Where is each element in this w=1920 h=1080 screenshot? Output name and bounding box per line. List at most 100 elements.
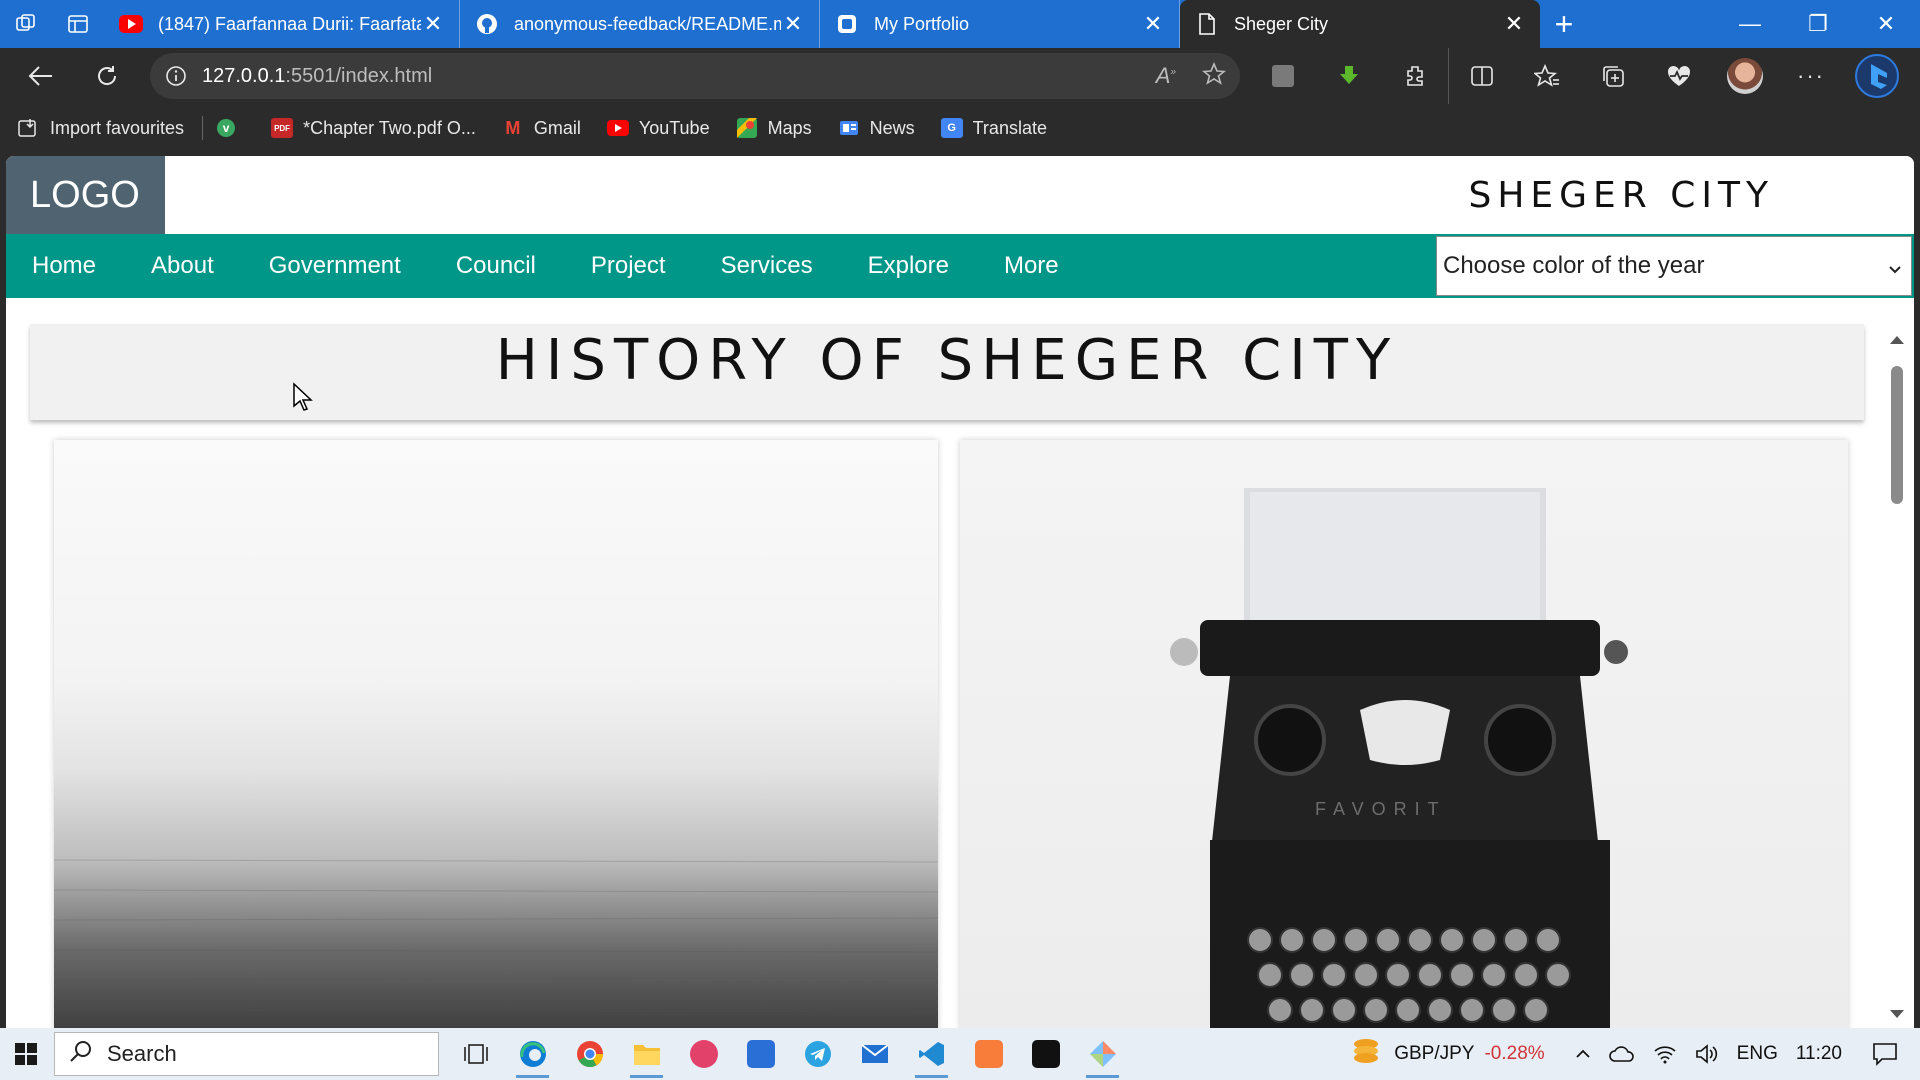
close-tab-icon[interactable]: ✕: [421, 13, 445, 35]
sea-fog-image: [54, 440, 938, 1028]
chevron-down-icon: [1887, 255, 1903, 283]
chrome-app-icon[interactable]: [561, 1028, 618, 1080]
page-scrollbar[interactable]: [1880, 324, 1914, 1028]
bing-chat-icon[interactable]: [1844, 48, 1910, 104]
browser-essentials-icon[interactable]: [1646, 48, 1712, 104]
search-placeholder: Search: [107, 1041, 177, 1066]
nav-government[interactable]: Government: [243, 252, 427, 280]
vscode-icon[interactable]: [903, 1028, 960, 1080]
address-bar[interactable]: 127.0.0.1:5501/index.html A»: [150, 53, 1240, 99]
favourites-icon[interactable]: [1514, 48, 1580, 104]
close-tab-icon[interactable]: ✕: [781, 13, 805, 35]
site-name: SHEGER CITY: [1468, 174, 1774, 216]
file-explorer-icon[interactable]: [618, 1028, 675, 1080]
minimize-icon[interactable]: —: [1716, 0, 1784, 48]
main-content: HISTORY OF SHEGER CITY FAVORIT: [24, 324, 1874, 1028]
ticker-icon: [1350, 1036, 1382, 1072]
close-window-icon[interactable]: ✕: [1852, 0, 1920, 48]
xampp-icon[interactable]: [960, 1028, 1017, 1080]
site-logo[interactable]: LOGO: [6, 156, 165, 234]
bookmark-youtube[interactable]: YouTube: [606, 118, 710, 139]
nav-more[interactable]: More: [978, 252, 1085, 280]
svg-text:FAVORIT: FAVORIT: [1315, 799, 1447, 819]
screen-recorder-icon[interactable]: [675, 1028, 732, 1080]
new-tab-icon[interactable]: +: [1540, 0, 1588, 48]
affinity-icon[interactable]: [1017, 1028, 1074, 1080]
nav-project[interactable]: Project: [565, 252, 692, 280]
telegram-icon[interactable]: [789, 1028, 846, 1080]
ticker-label: GBP/JPY: [1394, 1043, 1475, 1064]
color-select-value: Choose color of the year: [1443, 252, 1705, 279]
site-header: LOGO SHEGER CITY: [6, 156, 1914, 234]
profile-avatar[interactable]: [1712, 48, 1778, 104]
nav-home[interactable]: Home: [6, 252, 122, 280]
favourite-star-icon[interactable]: [1201, 61, 1227, 91]
gmail-icon: M: [505, 117, 521, 138]
portfolio-icon: [834, 14, 860, 34]
browser-tab-strip: (1847) Faarfannaa Durii: Faarfata ✕ anon…: [0, 0, 1920, 48]
site-info-icon[interactable]: [150, 65, 202, 87]
bookmarks-bar: Import favourites v PDF *Chapter Two.pdf…: [0, 104, 1920, 152]
page-viewport: LOGO SHEGER CITY Home About Government C…: [6, 156, 1914, 1028]
windows-taskbar: Search GBP/JPY -0.28% ENG 11:20: [0, 1028, 1920, 1080]
nav-about[interactable]: About: [125, 252, 240, 280]
github-icon: [474, 14, 500, 34]
split-screen-icon[interactable]: [1448, 48, 1514, 104]
restore-icon[interactable]: ❐: [1784, 0, 1852, 48]
ticker-change: -0.28%: [1484, 1043, 1545, 1064]
color-of-year-select[interactable]: Choose color of the year: [1436, 236, 1912, 296]
nav-services[interactable]: Services: [695, 252, 839, 280]
tab-sheger-city[interactable]: Sheger City ✕: [1180, 0, 1540, 48]
tab-title: anonymous-feedback/README.m: [514, 13, 781, 34]
workspaces-icon[interactable]: [0, 0, 52, 48]
close-tab-icon[interactable]: ✕: [1141, 13, 1165, 35]
bookmark-maps[interactable]: Maps: [736, 118, 812, 139]
scroll-down-icon[interactable]: [1890, 1010, 1904, 1018]
microsoft-store-icon[interactable]: [732, 1028, 789, 1080]
page-title: HISTORY OF SHEGER CITY: [495, 328, 1399, 393]
page-icon: [1194, 13, 1220, 35]
download-extension-icon[interactable]: [1316, 48, 1382, 104]
bookmark-green-site[interactable]: v: [217, 119, 245, 137]
tab-title: My Portfolio: [874, 13, 970, 34]
tab-portfolio[interactable]: My Portfolio ✕: [820, 0, 1180, 48]
close-tab-icon[interactable]: ✕: [1502, 13, 1526, 35]
windows-start-icon[interactable]: [0, 1042, 52, 1066]
tab-youtube[interactable]: (1847) Faarfannaa Durii: Faarfata ✕: [104, 0, 460, 48]
edge-app-icon[interactable]: [504, 1028, 561, 1080]
notifications-icon[interactable]: [1872, 1042, 1898, 1066]
mail-icon[interactable]: [846, 1028, 903, 1080]
task-view-icon[interactable]: [447, 1028, 504, 1080]
taskbar-search[interactable]: Search: [54, 1032, 439, 1076]
green-v-icon: v: [217, 119, 236, 137]
extension-gray-icon[interactable]: [1250, 48, 1316, 104]
chevron-up-icon[interactable]: [1575, 1048, 1591, 1060]
back-icon[interactable]: [8, 48, 74, 104]
clock[interactable]: 11:20: [1796, 1043, 1842, 1065]
scroll-up-icon[interactable]: [1890, 336, 1904, 344]
refresh-icon[interactable]: [74, 48, 140, 104]
maps-icon: [736, 118, 758, 138]
scrollbar-thumb[interactable]: [1891, 366, 1903, 504]
colorful-app-icon[interactable]: [1074, 1028, 1131, 1080]
nav-council[interactable]: Council: [430, 252, 562, 280]
tab-title: Sheger City: [1234, 13, 1329, 34]
read-aloud-icon[interactable]: A»: [1156, 63, 1176, 89]
bookmark-translate[interactable]: G Translate: [940, 118, 1047, 139]
nav-explore[interactable]: Explore: [842, 252, 975, 280]
tab-actions-icon[interactable]: [52, 0, 104, 48]
stock-ticker[interactable]: GBP/JPY -0.28%: [1350, 1036, 1545, 1072]
onedrive-icon[interactable]: [1608, 1045, 1635, 1063]
bookmark-gmail[interactable]: M Gmail: [502, 118, 581, 139]
typewriter-image: FAVORIT: [960, 440, 1848, 1028]
volume-icon[interactable]: [1695, 1044, 1719, 1064]
language-indicator[interactable]: ENG: [1737, 1043, 1778, 1065]
extensions-icon[interactable]: [1382, 48, 1448, 104]
tab-github[interactable]: anonymous-feedback/README.m ✕: [460, 0, 820, 48]
collections-icon[interactable]: [1580, 48, 1646, 104]
bookmark-import-favourites[interactable]: Import favourites: [18, 118, 184, 139]
more-options-icon[interactable]: ···: [1778, 48, 1844, 104]
bookmark-chapter-two[interactable]: PDF *Chapter Two.pdf O...: [271, 118, 476, 139]
wifi-icon[interactable]: [1653, 1044, 1677, 1064]
bookmark-news[interactable]: News: [838, 118, 915, 139]
